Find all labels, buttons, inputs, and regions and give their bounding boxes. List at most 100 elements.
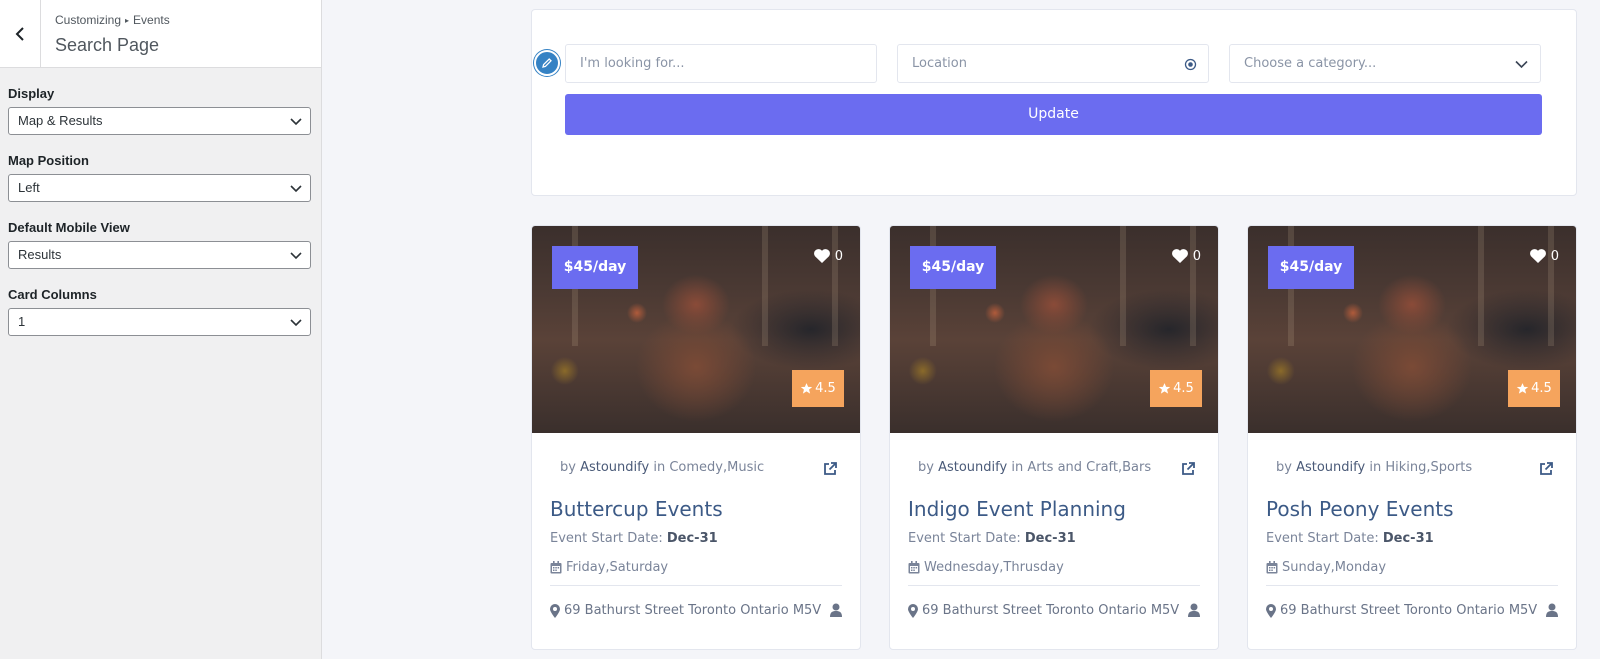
price-badge: $45/day xyxy=(552,246,638,289)
mobile-view-field: Default Mobile View Results xyxy=(8,220,311,269)
back-button[interactable] xyxy=(0,0,41,67)
keyword-field[interactable] xyxy=(565,44,877,83)
search-panel: Choose a category... Update xyxy=(531,9,1577,196)
event-start-date: Event Start Date: Dec-31 xyxy=(550,531,842,546)
user-icon[interactable] xyxy=(1188,603,1200,617)
card-body: by Astoundify in Comedy,Music Buttercup … xyxy=(532,460,860,618)
listing-image[interactable]: $45/day 0 4.5 xyxy=(532,226,860,433)
author-link[interactable]: Astoundify xyxy=(938,460,1007,475)
by-text: by xyxy=(1276,460,1292,475)
card-divider xyxy=(1266,585,1558,586)
favorite-count: 0 xyxy=(1192,248,1201,264)
event-days: Wednesday,Thrusday xyxy=(908,560,1200,575)
location-field[interactable] xyxy=(897,44,1209,83)
chevron-down-icon xyxy=(290,252,302,260)
breadcrumb: Customizing ▸ Events xyxy=(55,13,170,27)
price-badge: $45/day xyxy=(910,246,996,289)
heart-icon xyxy=(1529,249,1546,263)
author-link[interactable]: Astoundify xyxy=(580,460,649,475)
start-date-value: Dec-31 xyxy=(1382,531,1434,546)
star-icon xyxy=(1516,383,1529,394)
display-field: Display Map & Results xyxy=(8,86,311,135)
location-input[interactable] xyxy=(912,45,1182,82)
listing-address: 69 Bathurst Street Toronto Ontario M5V xyxy=(908,603,1200,618)
display-select[interactable]: Map & Results xyxy=(8,107,311,135)
event-days: Sunday,Monday xyxy=(1266,560,1558,575)
map-marker-icon xyxy=(550,603,560,618)
in-text: in xyxy=(1369,460,1382,475)
display-label: Display xyxy=(8,86,55,101)
calendar-icon xyxy=(908,561,920,574)
card-columns-field: Card Columns 1 xyxy=(8,287,311,336)
favorite-button[interactable]: 0 xyxy=(813,248,843,264)
chevron-left-icon xyxy=(15,26,24,41)
listing-card[interactable]: $45/day 0 4.5 by Astoundify in Hiking,Sp… xyxy=(1247,225,1577,650)
event-days: Friday,Saturday xyxy=(550,560,842,575)
breadcrumb-current: Events xyxy=(133,13,170,27)
favorite-count: 0 xyxy=(1550,248,1559,264)
edit-shortcut-button[interactable] xyxy=(534,50,560,76)
breadcrumb-separator-icon: ▸ xyxy=(125,16,130,25)
favorite-button[interactable]: 0 xyxy=(1529,248,1559,264)
listing-title[interactable]: Posh Peony Events xyxy=(1266,497,1558,521)
listing-title[interactable]: Buttercup Events xyxy=(550,497,842,521)
listing-byline: by Astoundify in Comedy,Music xyxy=(550,460,842,480)
listing-image[interactable]: $45/day 0 4.5 xyxy=(890,226,1218,433)
map-position-label: Map Position xyxy=(8,153,89,168)
listing-card[interactable]: $45/day 0 4.5 by Astoundify in Comedy,Mu… xyxy=(531,225,861,650)
event-days-text: Friday,Saturday xyxy=(566,560,669,575)
price-badge: $45/day xyxy=(1268,246,1354,289)
external-link-icon[interactable] xyxy=(1538,461,1554,477)
start-date-label: Event Start Date: xyxy=(1266,531,1379,546)
event-start-date: Event Start Date: Dec-31 xyxy=(1266,531,1558,546)
category-placeholder: Choose a category... xyxy=(1244,56,1377,71)
map-marker-icon xyxy=(908,603,918,618)
calendar-icon xyxy=(550,561,562,574)
external-link-icon[interactable] xyxy=(1180,461,1196,477)
sidebar-header: Customizing ▸ Events Search Page xyxy=(0,0,321,68)
listing-byline: by Astoundify in Arts and Craft,Bars xyxy=(908,460,1200,480)
breadcrumb-parent: Customizing xyxy=(55,13,122,27)
map-marker-icon xyxy=(1266,603,1276,618)
customizer-sidebar: Customizing ▸ Events Search Page Display M… xyxy=(0,0,322,659)
user-icon[interactable] xyxy=(830,603,842,617)
chevron-down-icon xyxy=(290,319,302,327)
star-icon xyxy=(800,383,813,394)
author-link[interactable]: Astoundify xyxy=(1296,460,1365,475)
listing-card[interactable]: $45/day 0 4.5 by Astoundify in Arts and … xyxy=(889,225,1219,650)
map-position-field: Map Position Left xyxy=(8,153,311,202)
by-text: by xyxy=(918,460,934,475)
card-divider xyxy=(550,585,842,586)
external-link-icon[interactable] xyxy=(822,461,838,477)
favorite-button[interactable]: 0 xyxy=(1171,248,1201,264)
rating-value: 4.5 xyxy=(1531,381,1552,396)
map-position-select[interactable]: Left xyxy=(8,174,311,202)
favorite-count: 0 xyxy=(834,248,843,264)
listing-address: 69 Bathurst Street Toronto Ontario M5V xyxy=(1266,603,1558,618)
event-start-date: Event Start Date: Dec-31 xyxy=(908,531,1200,546)
display-value: Map & Results xyxy=(18,113,103,128)
rating-badge: 4.5 xyxy=(1150,370,1202,407)
in-text: in xyxy=(653,460,666,475)
card-body: by Astoundify in Arts and Craft,Bars Ind… xyxy=(890,460,1218,618)
rating-badge: 4.5 xyxy=(792,370,844,407)
locate-me-icon[interactable] xyxy=(1184,58,1197,71)
address-text: 69 Bathurst Street Toronto Ontario M5V xyxy=(922,603,1180,618)
listing-categories[interactable]: Arts and Craft,Bars xyxy=(1027,460,1151,475)
update-button[interactable]: Update xyxy=(565,94,1542,135)
keyword-input[interactable] xyxy=(580,45,876,82)
mobile-view-select[interactable]: Results xyxy=(8,241,311,269)
mobile-view-value: Results xyxy=(18,247,62,262)
listing-categories[interactable]: Hiking,Sports xyxy=(1385,460,1472,475)
calendar-icon xyxy=(1266,561,1278,574)
listing-categories[interactable]: Comedy,Music xyxy=(669,460,764,475)
event-days-text: Sunday,Monday xyxy=(1282,560,1387,575)
user-icon[interactable] xyxy=(1546,603,1558,617)
category-select[interactable]: Choose a category... xyxy=(1229,44,1541,83)
star-icon xyxy=(1158,383,1171,394)
listing-title[interactable]: Indigo Event Planning xyxy=(908,497,1200,521)
listing-image[interactable]: $45/day 0 4.5 xyxy=(1248,226,1576,433)
listing-address: 69 Bathurst Street Toronto Ontario M5V xyxy=(550,603,842,618)
card-columns-select[interactable]: 1 xyxy=(8,308,311,336)
map-position-value: Left xyxy=(18,180,40,195)
